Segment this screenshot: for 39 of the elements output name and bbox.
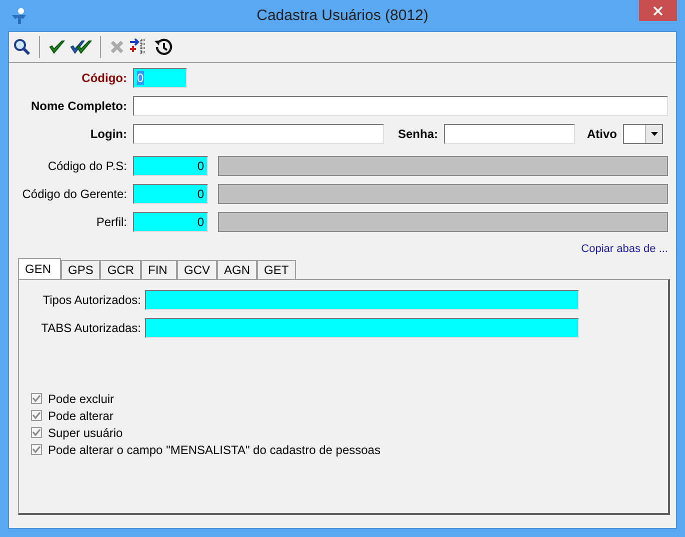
checkbox-label: Pode alterar o campo "MENSALISTA" do cadastro de pessoas (48, 442, 380, 456)
tab[interactable]: GET (257, 260, 296, 279)
search-icon[interactable] (13, 38, 31, 56)
text-field[interactable] (145, 290, 579, 310)
tab[interactable]: GPS (61, 260, 100, 279)
double-check-icon[interactable] (70, 38, 92, 56)
field-label: Ativo (587, 127, 618, 141)
code-field[interactable]: 0 (133, 156, 208, 176)
window-title: Cadastra Usuários (8012) (256, 7, 430, 24)
tab[interactable]: GEN (18, 258, 61, 279)
field-label: Senha: (398, 127, 438, 141)
field-label: Código do P.S: (46, 159, 127, 173)
field-label: Código do Gerente: (21, 187, 127, 201)
active-dropdown[interactable] (623, 124, 664, 144)
copy-tabs-link[interactable]: Copiar abas de ... (581, 243, 668, 255)
field-label: Perfil: (95, 215, 127, 229)
tab[interactable]: FIN (141, 260, 178, 279)
checkbox-label: Pode alterar (48, 408, 114, 422)
field-label: Login: (89, 127, 127, 141)
field-label: TABS Autorizadas: (40, 321, 141, 335)
field-label: Código: (80, 71, 127, 85)
text-field[interactable] (145, 318, 579, 338)
code-field[interactable]: 0 (133, 184, 208, 204)
code-field[interactable]: 0 (133, 212, 208, 232)
check-icon[interactable] (48, 38, 66, 56)
close-icon[interactable] (653, 6, 663, 16)
checkbox-label: Pode excluir (48, 392, 114, 406)
password-field[interactable] (444, 124, 576, 144)
close-button[interactable] (639, 0, 677, 21)
app-icon (10, 6, 28, 24)
field-label: Nome Completo: (30, 99, 127, 113)
name-field[interactable] (133, 96, 668, 116)
tab[interactable]: GCR (100, 260, 142, 279)
tab[interactable]: GCV (177, 260, 218, 279)
login-field[interactable] (133, 124, 384, 144)
checkbox-label: Super usuário (48, 426, 123, 440)
tab[interactable]: AGN (217, 260, 258, 279)
history-icon[interactable] (153, 37, 173, 57)
field-label: Tipos Autorizados: (42, 293, 141, 307)
